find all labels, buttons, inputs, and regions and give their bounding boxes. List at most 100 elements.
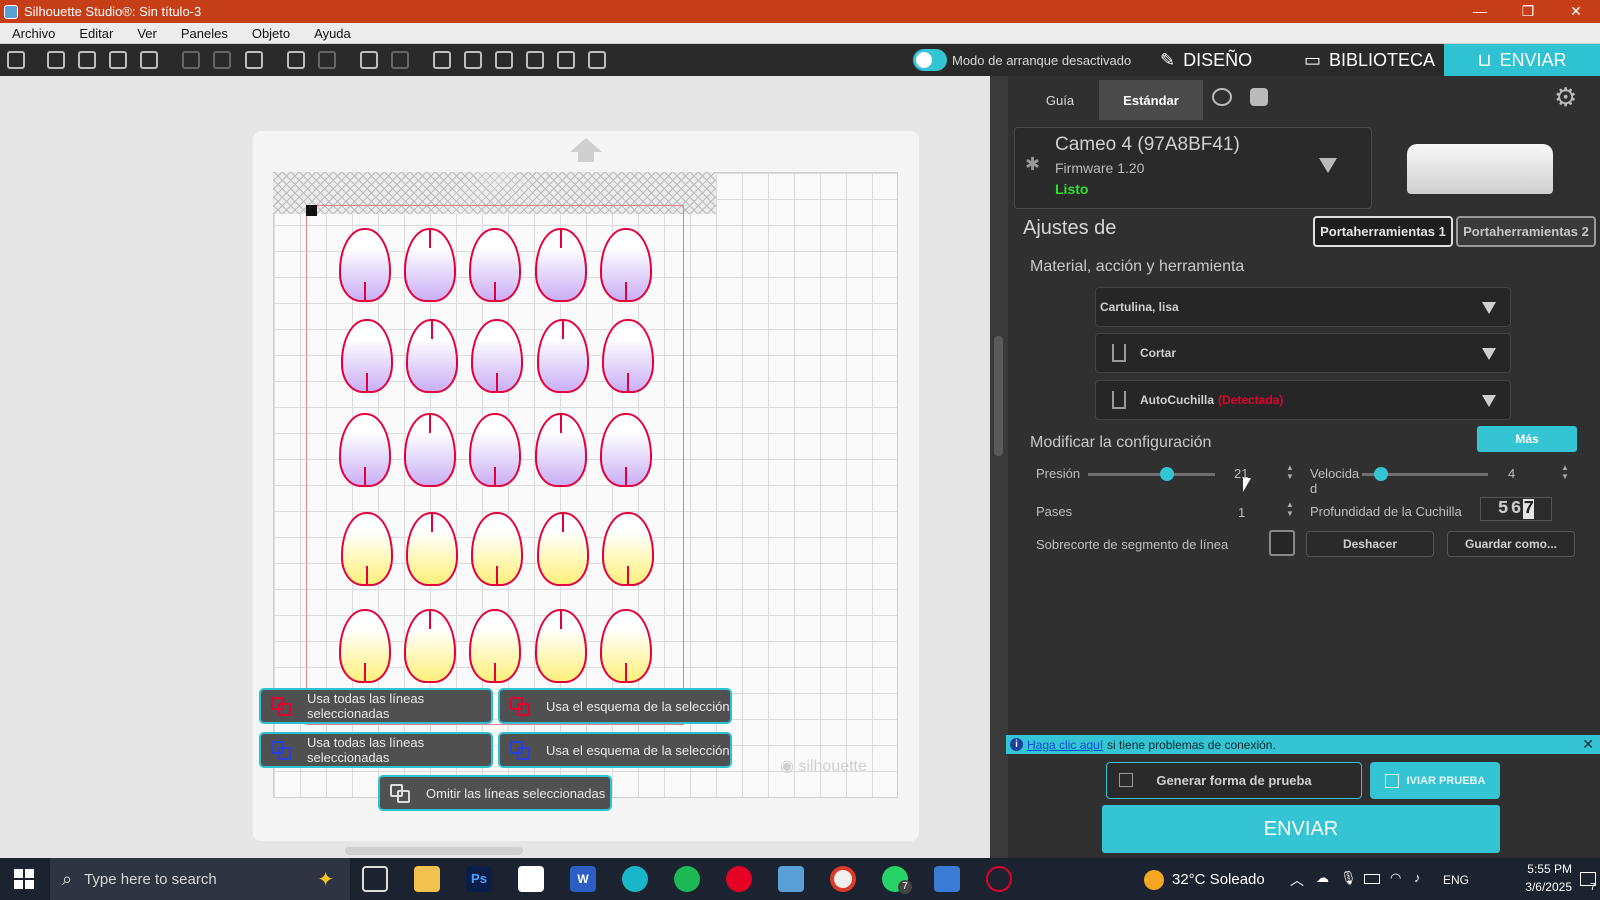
- passes-value[interactable]: 1: [1238, 505, 1245, 520]
- zoom-out-icon[interactable]: [464, 51, 482, 69]
- speed-value[interactable]: 4: [1508, 466, 1515, 481]
- petal-shape[interactable]: [600, 413, 652, 487]
- copilot-sparkle-icon[interactable]: ✦: [317, 867, 334, 892]
- volume-icon[interactable]: ♪: [1414, 870, 1421, 885]
- tab-library[interactable]: ▭ BIBLIOTECA: [1304, 44, 1435, 76]
- group-icon[interactable]: [360, 51, 378, 69]
- settings-gear-icon[interactable]: ⚙: [1554, 82, 1577, 113]
- tab-guide[interactable]: Guía: [1030, 80, 1090, 120]
- petal-shape[interactable]: [535, 413, 587, 487]
- onedrive-icon[interactable]: ☁: [1316, 870, 1329, 886]
- tray-chevron-icon[interactable]: ︿: [1290, 870, 1304, 890]
- menu-ayuda[interactable]: Ayuda: [314, 26, 351, 41]
- device-selector[interactable]: ✱ Cameo 4 (97A8BF41) Firmware 1.20 Listo: [1014, 127, 1372, 209]
- petal-shape[interactable]: [600, 609, 652, 683]
- overcut-checkbox[interactable]: [1269, 530, 1295, 556]
- petal-shape[interactable]: [339, 609, 391, 683]
- tab-tool-holder-2[interactable]: Portaherramientas 2: [1456, 216, 1596, 247]
- print-icon[interactable]: [140, 51, 158, 69]
- petal-shape[interactable]: [535, 609, 587, 683]
- wifi-icon[interactable]: ◠: [1390, 870, 1401, 886]
- save-as-button[interactable]: Guardar como...: [1447, 531, 1575, 557]
- save-icon[interactable]: [109, 51, 127, 69]
- weather-text[interactable]: 32°C Soleado: [1172, 871, 1265, 888]
- menu-ver[interactable]: Ver: [137, 26, 157, 41]
- blue-use-all-lines-button[interactable]: Usa todas las líneas seleccionadas: [259, 732, 493, 768]
- tab-design[interactable]: ✎ DISEÑO: [1160, 44, 1252, 76]
- spotify-icon[interactable]: [674, 866, 700, 892]
- pan-hand-icon[interactable]: [557, 51, 575, 69]
- battery-icon[interactable]: [1364, 874, 1380, 884]
- skip-selected-lines-button[interactable]: Omitir las líneas seleccionadas: [378, 775, 612, 811]
- language-indicator[interactable]: ENG: [1443, 873, 1469, 887]
- speed-spinner-icon[interactable]: ▲ ▼: [1561, 463, 1569, 481]
- petal-shape[interactable]: [404, 228, 456, 302]
- petal-shape[interactable]: [469, 413, 521, 487]
- generate-test-shape-button[interactable]: Generar forma de prueba: [1106, 762, 1362, 799]
- more-button[interactable]: Más: [1477, 426, 1577, 452]
- passes-spinner-icon[interactable]: ▲ ▼: [1286, 500, 1294, 518]
- pinterest-icon[interactable]: [726, 866, 752, 892]
- chrome-icon[interactable]: [830, 866, 856, 892]
- close-info-icon[interactable]: ✕: [1582, 736, 1594, 753]
- close-button[interactable]: ✕: [1552, 0, 1600, 23]
- tool-dropdown[interactable]: AutoCuchilla (Detectada): [1095, 380, 1511, 420]
- menu-objeto[interactable]: Objeto: [252, 26, 290, 41]
- clock-date[interactable]: 3/6/2025: [1494, 880, 1572, 894]
- word-icon[interactable]: W: [570, 866, 596, 892]
- zoom-selection-icon[interactable]: [495, 51, 513, 69]
- home-icon[interactable]: [7, 51, 25, 69]
- tab-standard[interactable]: Estándar: [1099, 80, 1203, 120]
- minimize-button[interactable]: —: [1456, 0, 1504, 23]
- snipping-tool-icon[interactable]: [986, 866, 1012, 892]
- petal-shape[interactable]: [602, 319, 654, 393]
- menu-paneles[interactable]: Paneles: [181, 26, 228, 41]
- pressure-slider-handle[interactable]: [1159, 467, 1174, 481]
- speed-slider-handle[interactable]: [1373, 467, 1388, 481]
- menu-archivo[interactable]: Archivo: [12, 26, 55, 41]
- drag-zoom-icon[interactable]: [526, 51, 544, 69]
- tab-tool-holder-1[interactable]: Portaherramientas 1: [1313, 216, 1453, 247]
- copy-icon[interactable]: [213, 51, 231, 69]
- petal-shape[interactable]: [339, 228, 391, 302]
- tab-send[interactable]: ⊔ ENVIAR: [1444, 44, 1600, 76]
- petal-shape[interactable]: [471, 512, 523, 586]
- paste-icon[interactable]: [245, 51, 263, 69]
- new-file-icon[interactable]: [47, 51, 65, 69]
- maximize-button[interactable]: ❐: [1504, 0, 1552, 23]
- blade-depth-digit[interactable]: 6: [1511, 499, 1522, 519]
- microphone-icon[interactable]: 🎙: [1340, 870, 1357, 886]
- petal-shape[interactable]: [469, 609, 521, 683]
- canva-icon[interactable]: [622, 866, 648, 892]
- layers-tab-icon[interactable]: [1250, 88, 1268, 106]
- startup-mode-toggle[interactable]: [913, 49, 947, 71]
- horizontal-scrollbar[interactable]: [0, 844, 990, 858]
- petal-shape[interactable]: [537, 512, 589, 586]
- petal-shape[interactable]: [471, 319, 523, 393]
- ungroup-icon[interactable]: [391, 51, 409, 69]
- undo-icon[interactable]: [287, 51, 305, 69]
- windows-start-icon[interactable]: [14, 869, 34, 889]
- taskbar-search[interactable]: ⌕ Type here to search ✦: [50, 858, 350, 900]
- undo-button[interactable]: Deshacer: [1306, 531, 1434, 557]
- petal-shape[interactable]: [406, 512, 458, 586]
- red-use-outline-button[interactable]: Usa el esquema de la selección: [498, 688, 732, 724]
- shapes-tab-icon[interactable]: [1212, 88, 1232, 106]
- petal-shape[interactable]: [406, 319, 458, 393]
- petal-shape[interactable]: [341, 512, 393, 586]
- pressure-spinner-icon[interactable]: ▲ ▼: [1286, 463, 1294, 481]
- clock-time[interactable]: 5:55 PM: [1502, 862, 1572, 876]
- pressure-slider[interactable]: [1088, 473, 1215, 476]
- silhouette-studio-icon[interactable]: [778, 866, 804, 892]
- zoom-in-icon[interactable]: [433, 51, 451, 69]
- material-dropdown[interactable]: Cartulina, lisa: [1095, 287, 1511, 327]
- petal-shape[interactable]: [602, 512, 654, 586]
- photos-icon[interactable]: [934, 866, 960, 892]
- blue-use-outline-button[interactable]: Usa el esquema de la selección: [498, 732, 732, 768]
- petal-shape[interactable]: [404, 609, 456, 683]
- capcut-icon[interactable]: [518, 866, 544, 892]
- petal-shape[interactable]: [600, 228, 652, 302]
- help-link[interactable]: Haga clic aquí: [1027, 738, 1103, 752]
- cut-icon[interactable]: [182, 51, 200, 69]
- petal-shape[interactable]: [339, 413, 391, 487]
